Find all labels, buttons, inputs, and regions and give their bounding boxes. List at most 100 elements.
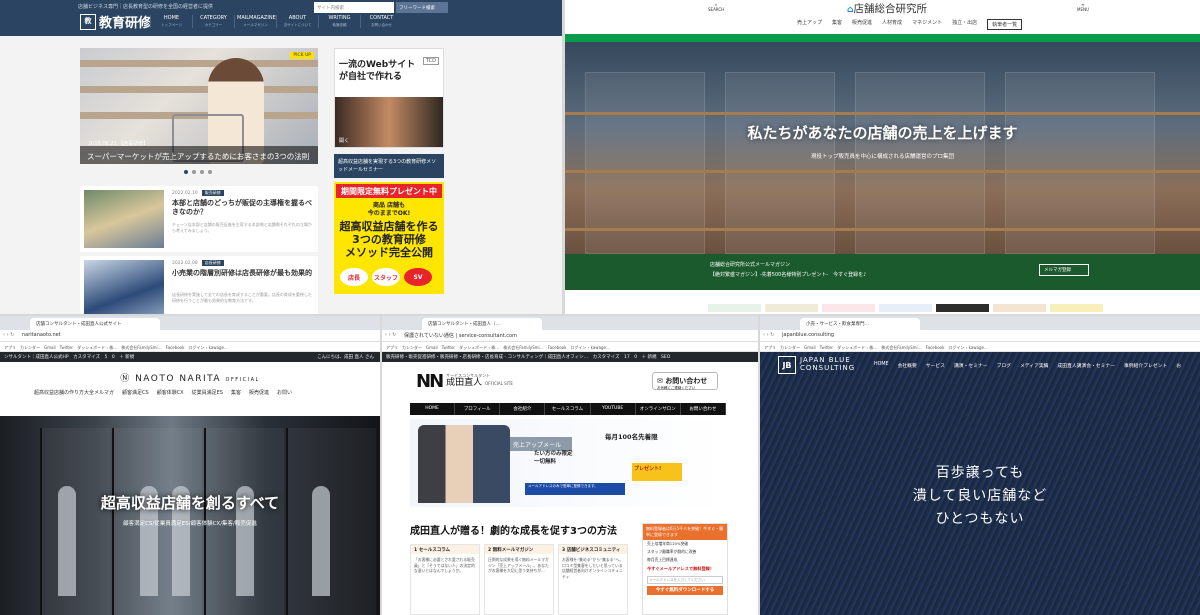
slider-dot[interactable] — [184, 170, 188, 174]
ad-open-link[interactable]: 開く — [339, 137, 349, 144]
url-text[interactable]: japanblue.consulting — [782, 332, 834, 338]
nav-item[interactable]: 販売促進 — [249, 389, 269, 396]
writers-button[interactable]: 執筆者一覧 — [987, 19, 1023, 30]
signup-cta-text: 今すぐメールアドレスで無料登録！ — [647, 566, 715, 571]
wp-user-greeting[interactable]: こんにちは、成田 直人 さん — [317, 354, 374, 360]
nav-category[interactable]: CATEGORY カテゴリー — [192, 15, 234, 28]
category-chip[interactable] — [708, 304, 761, 312]
nav-item[interactable]: 顧客体験CX — [157, 389, 184, 396]
nav-item[interactable]: 人材育成 — [882, 19, 902, 30]
site-logo[interactable]: JB JAPAN BLUE CONSULTING — [778, 356, 855, 374]
nav-item[interactable]: HOME — [410, 403, 456, 415]
method-card[interactable]: 3 店舗ビジネスコミュニティ お客様を“集める”から“集まる”へ。口コミ型集客をし… — [558, 544, 628, 615]
bookmarks-bar[interactable]: アプリ カレンダー Gmail Twitter ダッシュボード ‹ 株… 株式会… — [382, 342, 758, 352]
email-field[interactable]: メールアドレスを入力してください — [647, 576, 723, 584]
nav-item[interactable]: 講演・セミナー — [954, 362, 988, 369]
search-input[interactable]: サイト内検索 — [314, 2, 394, 13]
nav-item[interactable]: 売上アップ — [797, 19, 822, 30]
site-logo[interactable]: 教 教育研修 — [80, 12, 151, 31]
nav-item[interactable]: メディア実績 — [1020, 362, 1048, 369]
present-ad-banner[interactable]: 期間限定無料プレゼント中 商品 店舗も 今のままでOK! 超高収益店舗を作る 3… — [334, 182, 444, 294]
hero-image: 超高収益店舗を創るすべて 顧客満足CS/従業員満足ES/顧客体験CX/集客/販売… — [0, 416, 380, 615]
slider-dot[interactable] — [200, 170, 204, 174]
wp-admin-bar[interactable]: 販売研修・販売促進研修・販売研修・店長研修・店長育成 - コンサルティング｜成田… — [382, 352, 758, 362]
nav-item[interactable]: 成田直人講演会・セミナー — [1057, 362, 1115, 369]
slider-dot[interactable] — [192, 170, 196, 174]
article-card[interactable]: 2022.02.08 店長研修 小売業の階層別研修は店長研修が最も効果的 店長研修… — [80, 256, 318, 314]
back-forward-icons[interactable]: ‹ › ↻ — [385, 332, 396, 338]
nav-home[interactable]: HOME トップページ — [150, 15, 192, 28]
nav-item[interactable]: 超高収益店舗の作り方大全メルマガ — [34, 389, 114, 396]
category-badge[interactable]: 店長研修 — [201, 260, 224, 266]
category-badge[interactable]: 販売研修 — [201, 190, 224, 196]
nav-item[interactable]: 集客 — [832, 19, 842, 30]
menu-button[interactable]: ≡ MENU — [1077, 2, 1089, 12]
nav-mailmagazine[interactable]: MAILMAGAZINE メールマガジン — [234, 15, 276, 28]
bookmarks-bar[interactable]: アプリ カレンダー Gmail Twitter ダッシュボード ‹ 株… 株式会… — [760, 342, 1200, 352]
bookmarks-bar[interactable]: アプリ カレンダー Gmail Twitter ダッシュボード ‹ 株… 株式会… — [0, 342, 380, 352]
article-title[interactable]: 本部と店舗のどっちが販促の主導権を握るべきなのか？ — [172, 199, 314, 218]
nav-item[interactable]: ブログ — [997, 362, 1011, 369]
browser-tab[interactable]: 店舗コンサルタント・成田直人（… — [422, 318, 542, 330]
nav-item[interactable]: 顧客満足CS — [122, 389, 149, 396]
nav-item[interactable]: 従業員満足ES — [192, 389, 223, 396]
url-text[interactable]: 保護されていない通信 | service-consultant.com — [404, 332, 517, 339]
method-card[interactable]: 1 セールスコラム 「お客様に必要とされ愛される販売員」と「そうではない人」の決定… — [410, 544, 480, 615]
nav-item[interactable]: 会社概要 — [898, 362, 917, 369]
slider-dot[interactable] — [208, 170, 212, 174]
nav-item[interactable]: お問い合わせ — [681, 403, 726, 415]
nav-sub: トップページ — [161, 23, 182, 27]
method-card[interactable]: 2 無料メールマガジン 圧倒的な成果を導く無料メールマガジン「売上アップメール」。… — [484, 544, 554, 615]
back-forward-icons[interactable]: ‹ › ↻ — [763, 332, 774, 338]
nav-writing[interactable]: WRITING 執筆依頼 — [318, 15, 360, 28]
nav-item[interactable]: オンラインサロン — [636, 403, 681, 415]
nav-item[interactable]: 事例紹介ブレゼント — [1124, 362, 1167, 369]
address-bar: ‹ › ↻ 保護されていない通信 | service-consultant.co… — [382, 330, 758, 342]
hero-caption[interactable]: スーパーマーケットが売上アップするためにお客さまの3つの法則 — [80, 146, 318, 164]
nav-item[interactable]: 会社紹介 — [500, 403, 546, 415]
category-chip[interactable] — [993, 304, 1046, 312]
nav-item[interactable]: お — [1176, 362, 1181, 369]
article-excerpt: 店長研修を実施して全ての店長を育成することが重要。店長の育成を重視した研修を行う… — [172, 292, 312, 303]
category-chip[interactable] — [879, 304, 932, 312]
site-logo[interactable]: NN サービスコンサルタント 成田直人 OFFICIAL SITE — [416, 371, 513, 392]
nav-item[interactable]: 販売促進 — [852, 19, 872, 30]
search-button[interactable]: ⌕ SEARCH — [708, 2, 724, 12]
contact-sub: お気軽にご連絡ください — [657, 386, 696, 390]
download-button[interactable]: 今すぐ無料ダウンロードする — [647, 586, 723, 595]
site-header: 店舗ビジネス専門｜店長教育型の研修を全国の経営者に提供 教 教育研修 HOME ト… — [0, 0, 562, 36]
hero-banner[interactable]: 売上アップメール 毎月100名先着限 たい方のみ限定 一切無料 メールアドレスの… — [410, 419, 726, 507]
nav-item[interactable]: マネジメント — [912, 19, 942, 30]
wp-admin-items[interactable]: ンサルタント｜成田直人公式HP カスタマイズ 5 0 ＋ 新規 — [4, 355, 134, 360]
category-chip[interactable] — [822, 304, 875, 312]
contact-button[interactable]: ✉ お問い合わせ お気軽にご連絡ください — [652, 372, 718, 390]
mag-register-button[interactable]: メルマガ登録 — [1039, 264, 1089, 276]
nav-item[interactable]: セールスコラム — [545, 403, 591, 415]
nav-item[interactable]: YOUTUBE — [591, 403, 636, 415]
nav-item[interactable]: 独立・出店 — [952, 19, 977, 30]
web-ad-banner[interactable]: 一流のWebサイト が自社で作れる TCD 開く — [334, 48, 444, 148]
browser-tab[interactable]: 店舗コンサルタント・成田直人公式サイト — [30, 318, 160, 330]
site-logo[interactable]: Ⓝ NAOTO NARITA OFFICIAL — [0, 371, 380, 384]
nav-item[interactable]: HOME — [874, 362, 889, 369]
category-chip[interactable] — [765, 304, 818, 312]
category-chip[interactable] — [1050, 304, 1103, 312]
nav-about[interactable]: ABOUT 当サイトについて — [276, 15, 318, 28]
article-card[interactable]: 2022.02.10 販売研修 本部と店舗のどっちが販促の主導権を握るべきなのか？… — [80, 186, 318, 252]
browser-tab[interactable]: 小売・サービス・飲食業専門… — [800, 318, 920, 330]
nav-item[interactable]: お問い — [277, 389, 292, 396]
nav-item[interactable]: プロフィール — [455, 403, 501, 415]
site-logo[interactable]: ⌂店舗総合研究所 — [847, 1, 927, 16]
article-title[interactable]: 小売業の階層別研修は店長研修が最も効果的 — [172, 269, 314, 278]
logo-text: 店舗総合研究所 — [853, 3, 927, 15]
back-forward-icons[interactable]: ‹ › ↻ — [3, 332, 14, 338]
search-button[interactable]: フリーワード検索 — [396, 2, 448, 13]
nav-contact[interactable]: CONTACT お問い合わせ — [360, 15, 402, 28]
hero-slider[interactable]: PICK UP 2019.06.21 【店長研修】 スーパーマーケットが売上アッ… — [80, 48, 318, 164]
url-text[interactable]: naritanaoto.net — [22, 332, 61, 338]
pickup-badge: PICK UP — [290, 52, 314, 59]
nav-item[interactable]: 集客 — [231, 389, 241, 396]
hero-register-bar[interactable]: メールアドレスのみで簡単に登録できます。 — [525, 483, 625, 495]
category-chip[interactable] — [936, 304, 989, 312]
nav-item[interactable]: サービス — [926, 362, 945, 369]
